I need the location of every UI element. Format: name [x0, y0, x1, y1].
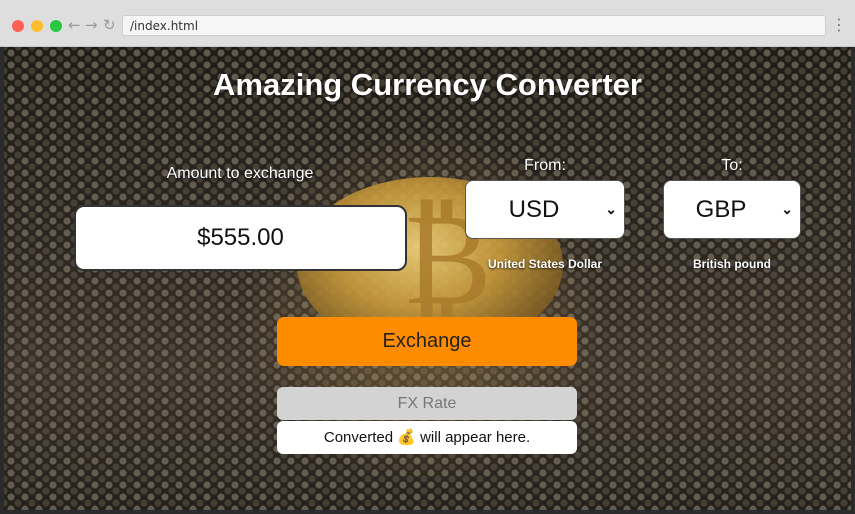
from-currency-name: United States Dollar — [487, 257, 603, 271]
page-title: Amazing Currency Converter — [213, 67, 642, 102]
from-currency-value: USD — [508, 196, 560, 223]
fx-rate-display: FX Rate — [277, 387, 577, 420]
address-bar[interactable]: /index.html — [122, 15, 826, 36]
from-currency-select[interactable]: USD ⌄ — [465, 180, 625, 239]
chevron-down-icon: ⌄ — [605, 201, 617, 217]
chevron-down-icon: ⌄ — [781, 201, 793, 217]
exchange-button[interactable]: Exchange — [277, 317, 577, 366]
amount-input[interactable]: $555.00 — [74, 205, 407, 271]
reload-icon[interactable]: ↻ — [103, 16, 116, 34]
forward-icon[interactable]: → — [85, 16, 98, 34]
to-currency-value: GBP — [695, 196, 747, 223]
to-currency-name: British pound — [693, 257, 771, 271]
to-currency-select[interactable]: GBP ⌄ — [663, 180, 801, 239]
back-icon[interactable]: ← — [68, 16, 81, 34]
from-label: From: — [524, 157, 566, 174]
minimize-window-button[interactable] — [31, 20, 43, 32]
browser-toolbar: ← → ↻ /index.html ⋮ — [0, 0, 855, 47]
amount-label: Amount to exchange — [166, 165, 314, 182]
to-label: To: — [721, 157, 743, 174]
close-window-button[interactable] — [12, 20, 24, 32]
maximize-window-button[interactable] — [50, 20, 62, 32]
conversion-result: Converted 💰 will appear here. — [277, 421, 577, 454]
page-viewport: ₿ Amazing Currency Converter Amount to e… — [4, 47, 851, 510]
browser-menu-icon[interactable]: ⋮ — [831, 15, 847, 35]
